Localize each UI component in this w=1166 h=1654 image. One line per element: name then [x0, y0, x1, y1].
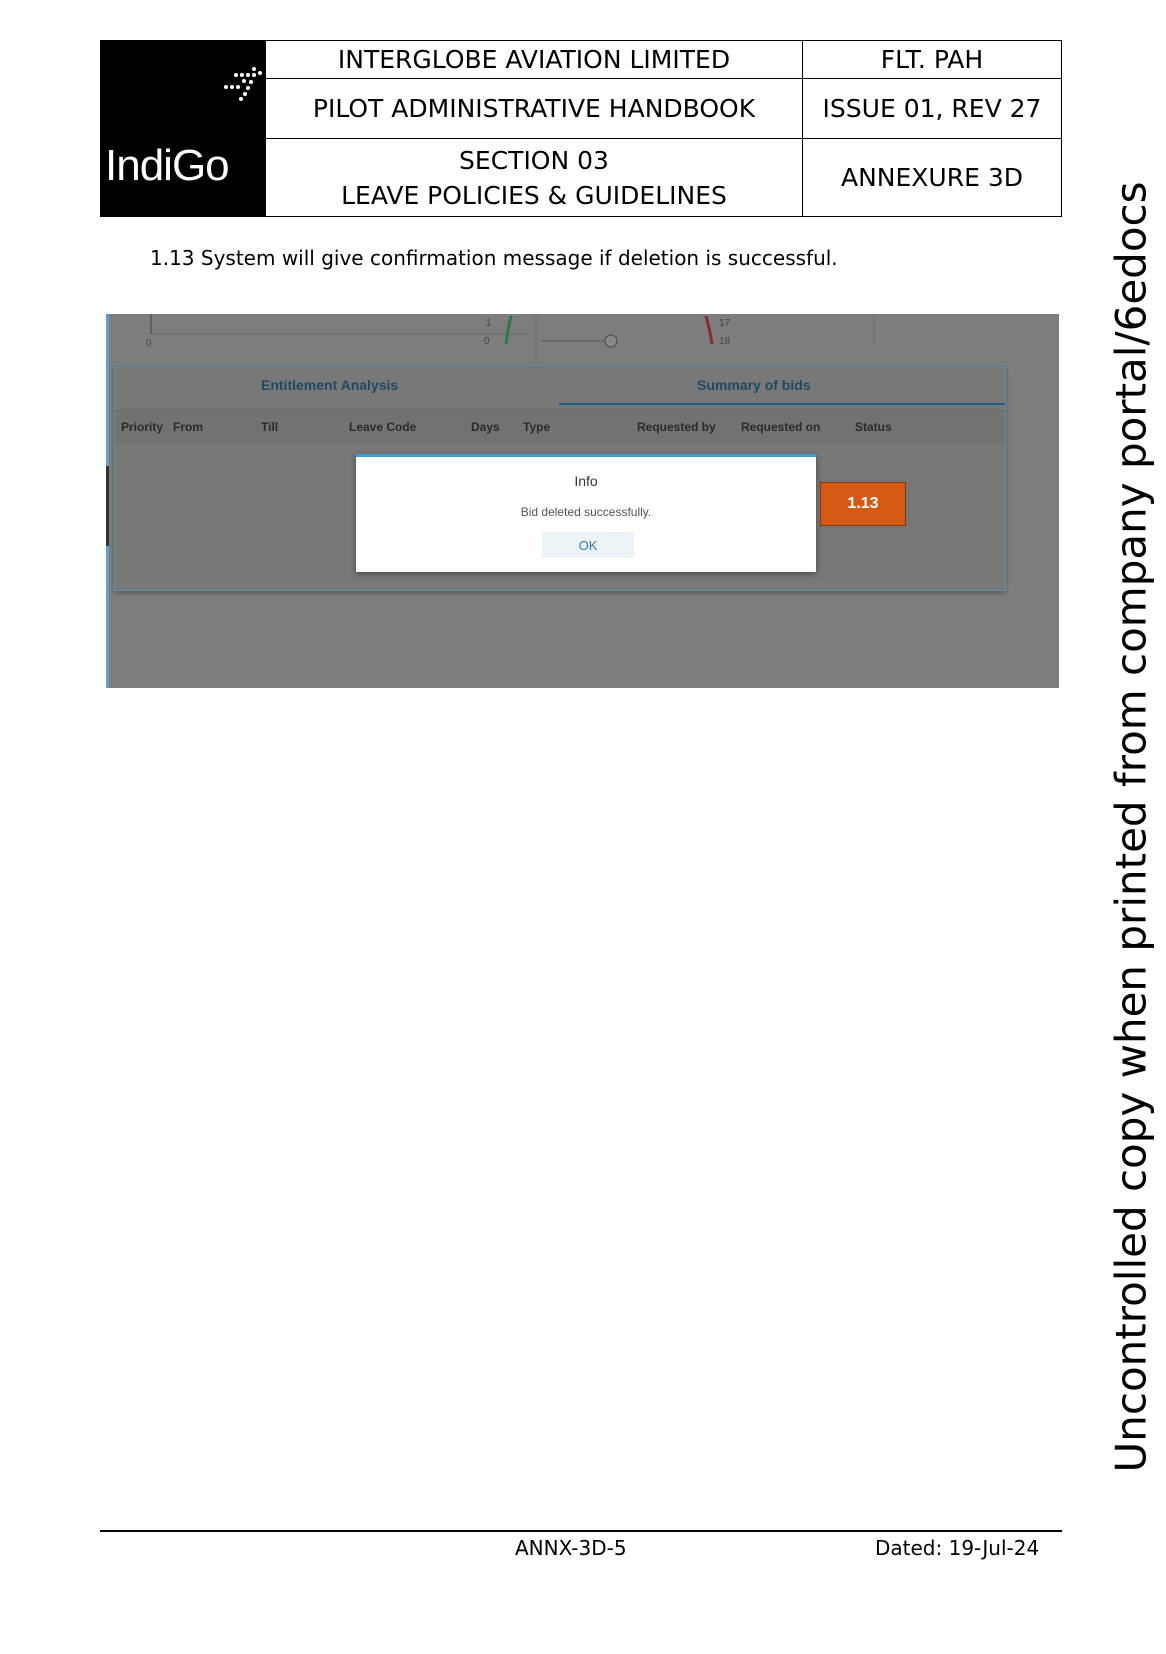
uncontrolled-copy-watermark: Uncontrolled copy when printed from comp… — [1106, 181, 1156, 1473]
table-header: Priority From Till Leave Code Days Type … — [115, 409, 1005, 445]
gauge-label-b: 1 — [486, 318, 492, 329]
step-instruction: 1.13 System will give confirmation messa… — [150, 246, 838, 270]
gauge-label-d: 17 — [719, 318, 731, 329]
info-dialog: Info Bid deleted successfully. OK — [356, 454, 816, 572]
tab-entitlement-analysis[interactable]: Entitlement Analysis — [261, 377, 398, 393]
dialog-message: Bid deleted successfully. — [520, 505, 652, 519]
col-till[interactable]: Till — [261, 420, 278, 434]
screenshot-edge-strip — [106, 466, 109, 546]
gauge-area: 0 1 0 17 18 — [106, 314, 1059, 364]
tab-summary-of-bids[interactable]: Summary of bids — [697, 377, 811, 393]
col-requested-on[interactable]: Requested on — [741, 420, 820, 434]
annexure: ANNEXURE 3D — [802, 138, 1062, 217]
gauge-label-c: 0 — [484, 336, 490, 347]
gauge-label-e: 18 — [719, 336, 731, 347]
ui-screenshot: 0 1 0 17 18 Entitlement Analysis Summary… — [106, 314, 1059, 688]
handbook-title: PILOT ADMINISTRATIVE HANDBOOK — [265, 78, 803, 140]
col-days[interactable]: Days — [471, 420, 500, 434]
company-name: INTERGLOBE AVIATION LIMITED — [265, 39, 803, 80]
footer-divider — [100, 1530, 1062, 1532]
document-header: IndiGo INTERGLOBE AVIATION LIMITED FLT. … — [100, 39, 1062, 217]
col-status[interactable]: Status — [855, 420, 892, 434]
dialog-title: Info — [574, 473, 598, 489]
col-type[interactable]: Type — [523, 420, 550, 434]
issue-revision: ISSUE 01, REV 27 — [802, 78, 1062, 140]
col-from[interactable]: From — [173, 420, 203, 434]
company-logo: IndiGo — [100, 40, 266, 217]
gauge-label-a: 0 — [146, 338, 152, 349]
gauge-lines — [150, 314, 875, 364]
footer-date: Dated: 19-Jul-24 — [875, 1536, 1040, 1560]
section-title: LEAVE POLICIES & GUIDELINES — [341, 180, 727, 210]
footer-page-code: ANNX-3D-5 — [515, 1536, 627, 1560]
col-requested-by[interactable]: Requested by — [637, 420, 716, 434]
col-leave-code[interactable]: Leave Code — [349, 420, 416, 434]
logo-text: IndiGo — [105, 141, 230, 190]
ok-button[interactable]: OK — [542, 532, 634, 558]
section-cell: SECTION 03 LEAVE POLICIES & GUIDELINES — [265, 138, 803, 217]
step-callout-badge: 1.13 — [820, 482, 906, 526]
col-priority[interactable]: Priority — [121, 420, 163, 434]
doc-code: FLT. PAH — [802, 39, 1062, 80]
section-number: SECTION 03 — [459, 145, 609, 175]
plane-logo-icon — [224, 67, 262, 101]
active-tab-indicator — [559, 403, 1005, 405]
